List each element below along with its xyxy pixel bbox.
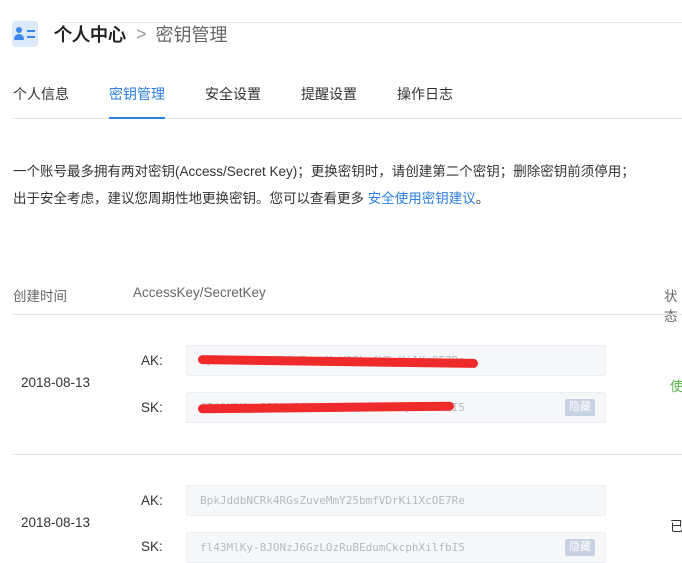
secret-key-value: fl43MlKy-8JONzJ6GzLOzRuBEdumCkcphXilfbI5 (200, 541, 465, 554)
status-badge: 已 (670, 519, 682, 534)
notice-text: 一个账号最多拥有两对密钥(Access/Secret Key)；更换密钥时，请创… (13, 164, 635, 206)
breadcrumb: 个人中心 > 密钥管理 (12, 20, 228, 48)
row-created-date: 2018-08-13 (21, 375, 91, 390)
column-header-created: 创建时间 (13, 289, 67, 304)
sk-label: SK: (141, 539, 163, 554)
status-badge: 使 (670, 379, 682, 394)
row-created-date: 2018-08-13 (21, 515, 91, 530)
table-row-divider (13, 454, 682, 455)
breadcrumb-root[interactable]: 个人中心 (54, 21, 126, 47)
column-header-status: 状态 (664, 289, 678, 324)
tab-reminder-settings[interactable]: 提醒设置 (301, 84, 357, 117)
column-header-keys: AccessKey/SecretKey (133, 285, 266, 300)
ak-label: AK: (141, 353, 163, 368)
key-policy-notice: 一个账号最多拥有两对密钥(Access/Secret Key)；更换密钥时，请创… (13, 158, 643, 212)
access-key-value: BpkJddbNCRk4RGsZuveMmY25bmfVDrKi1XcOE7Re (200, 494, 465, 507)
tab-bar: 个人信息 密钥管理 安全设置 提醒设置 操作日志 (13, 80, 682, 119)
notice-end: 。 (475, 191, 490, 206)
tab-key-management[interactable]: 密钥管理 (109, 84, 165, 119)
tab-personal-info[interactable]: 个人信息 (13, 84, 69, 117)
breadcrumb-current: 密钥管理 (155, 25, 228, 45)
user-card-icon (12, 21, 38, 47)
table-header-divider (13, 314, 682, 315)
tab-operation-log[interactable]: 操作日志 (397, 84, 453, 117)
breadcrumb-separator: > (136, 23, 147, 44)
ak-label: AK: (141, 493, 163, 508)
tab-security-settings[interactable]: 安全设置 (205, 84, 261, 117)
hide-secret-button[interactable]: 隐藏 (565, 399, 595, 416)
sk-label: SK: (141, 400, 163, 415)
hide-secret-button[interactable]: 隐藏 (565, 539, 595, 556)
key-usage-advice-link[interactable]: 安全使用密钥建议 (368, 191, 476, 206)
secret-key-field[interactable]: fl43MlKy-8JONzJ6GzLOzRuBEdumCkcphXilfbI5… (186, 532, 606, 563)
access-key-field[interactable]: BpkJddbNCRk4RGsZuveMmY25bmfVDrKi1XcOE7Re (186, 485, 606, 516)
